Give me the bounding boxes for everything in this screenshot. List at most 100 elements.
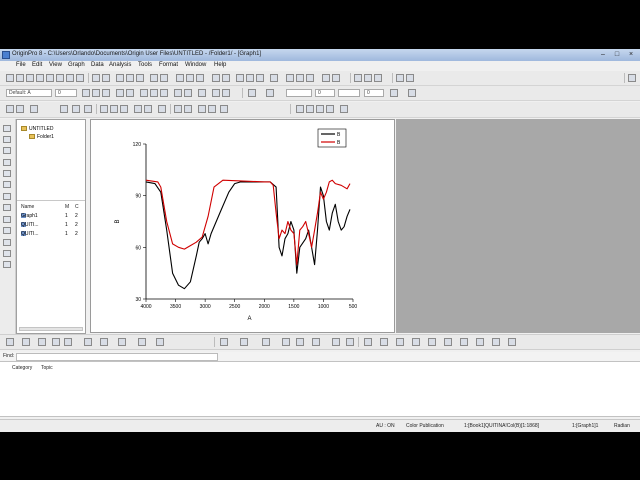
- 3d-tilt-icon[interactable]: [306, 105, 314, 113]
- superscript-icon[interactable]: [116, 89, 124, 97]
- zoom-out-icon[interactable]: [332, 74, 340, 82]
- layer-add-icon[interactable]: [412, 338, 420, 346]
- font-size-dropdown[interactable]: 0: [55, 89, 77, 97]
- menu-edit[interactable]: Edit: [32, 62, 42, 68]
- plot-3d-icon[interactable]: [312, 338, 320, 346]
- open-icon[interactable]: [92, 74, 100, 82]
- new-workbook-icon[interactable]: [16, 74, 24, 82]
- symbol-fill-icon[interactable]: [100, 338, 108, 346]
- bold-icon[interactable]: [82, 89, 90, 97]
- mask-region-icon[interactable]: [138, 338, 146, 346]
- line-color-icon[interactable]: [266, 89, 274, 97]
- layer-icon[interactable]: [16, 105, 24, 113]
- rotate-icon[interactable]: [364, 74, 372, 82]
- layer-dim-icon[interactable]: [492, 338, 500, 346]
- zoom-out-tool-icon[interactable]: [3, 147, 11, 154]
- explorer-scrollbar[interactable]: [19, 327, 83, 331]
- arrow-draw-icon[interactable]: [22, 338, 30, 346]
- symbol-color-icon[interactable]: [64, 338, 72, 346]
- file-row[interactable]: QUITI... 1 2: [19, 222, 83, 230]
- folder-node[interactable]: Folder1: [29, 134, 54, 140]
- align-top-tool-icon[interactable]: [120, 105, 128, 113]
- project-root[interactable]: UNTITLED: [21, 126, 53, 132]
- 3d-reset-icon[interactable]: [326, 105, 334, 113]
- menu-view[interactable]: View: [49, 62, 62, 68]
- col-header-category[interactable]: Category: [12, 365, 32, 371]
- data-selector-icon[interactable]: [306, 74, 314, 82]
- back-icon[interactable]: [208, 105, 216, 113]
- import-wizard-icon[interactable]: [160, 74, 168, 82]
- text-tool-icon[interactable]: [3, 216, 11, 223]
- layer-swap-icon[interactable]: [460, 338, 468, 346]
- find-input[interactable]: [16, 353, 218, 361]
- symbol-type-icon[interactable]: [84, 338, 92, 346]
- region-tool-icon[interactable]: [3, 261, 11, 268]
- greek-icon[interactable]: [140, 89, 148, 97]
- add-date-icon[interactable]: [84, 105, 92, 113]
- col-header-m[interactable]: M: [65, 204, 69, 210]
- arrow-tool-icon[interactable]: [3, 227, 11, 234]
- title-bar[interactable]: OriginPro 8 - C:\Users\Orlando\Documents…: [0, 49, 640, 61]
- align-center-icon[interactable]: [184, 89, 192, 97]
- fill-color-icon[interactable]: [248, 89, 256, 97]
- underline-icon[interactable]: [102, 89, 110, 97]
- ungroup-icon[interactable]: [184, 105, 192, 113]
- move-icon[interactable]: [354, 74, 362, 82]
- results-log-icon[interactable]: [246, 74, 254, 82]
- new-graph-icon[interactable]: [26, 74, 34, 82]
- plot-template-icon[interactable]: [346, 338, 354, 346]
- layer-fit-icon[interactable]: [476, 338, 484, 346]
- line-tool-icon[interactable]: [3, 239, 11, 246]
- open-template-icon[interactable]: [102, 74, 110, 82]
- splitter[interactable]: [17, 200, 85, 201]
- font-color-dropdown-icon[interactable]: [222, 89, 230, 97]
- data-selector-tool-icon[interactable]: [3, 181, 11, 188]
- align-left-icon[interactable]: [174, 89, 182, 97]
- legend-box[interactable]: [317, 128, 347, 148]
- maximize-button[interactable]: □: [610, 50, 624, 59]
- series-line-2[interactable]: [145, 179, 351, 266]
- align-bottom-tool-icon[interactable]: [134, 105, 142, 113]
- font-color-icon[interactable]: [212, 89, 220, 97]
- decrease-font-icon[interactable]: [160, 89, 168, 97]
- align-right-icon[interactable]: [198, 89, 206, 97]
- mask-tool-icon[interactable]: [3, 193, 11, 200]
- font-name-dropdown[interactable]: Default: A: [6, 89, 52, 97]
- close-button[interactable]: ×: [624, 50, 638, 59]
- layout-grid-icon[interactable]: [406, 74, 414, 82]
- group-icon[interactable]: [174, 105, 182, 113]
- layout-arrange-icon[interactable]: [396, 74, 404, 82]
- toolbar-options-icon[interactable]: [628, 74, 636, 82]
- menu-graph[interactable]: Graph: [68, 62, 85, 68]
- line-width-icon[interactable]: [52, 338, 60, 346]
- plot-scatter-icon[interactable]: [240, 338, 248, 346]
- 3d-resize-icon[interactable]: [340, 105, 348, 113]
- data-reader-icon[interactable]: [296, 74, 304, 82]
- extract-icon[interactable]: [380, 338, 388, 346]
- menu-data[interactable]: Data: [91, 62, 104, 68]
- save-project-icon[interactable]: [116, 74, 124, 82]
- col-header-topic[interactable]: Topic: [41, 365, 53, 371]
- print-icon[interactable]: [176, 74, 184, 82]
- export-icon[interactable]: [222, 74, 230, 82]
- menu-help[interactable]: Help: [214, 62, 226, 68]
- new-layout-icon[interactable]: [56, 74, 64, 82]
- pointer-tool-icon[interactable]: [3, 125, 11, 132]
- menu-analysis[interactable]: Analysis: [109, 62, 131, 68]
- code-builder-icon[interactable]: [270, 74, 278, 82]
- pan-icon[interactable]: [374, 74, 382, 82]
- minimize-button[interactable]: –: [596, 50, 610, 59]
- file-row[interactable]: Graph1 1 2: [19, 213, 83, 221]
- pattern-dropdown[interactable]: [338, 89, 360, 97]
- plot-column-icon[interactable]: [262, 338, 270, 346]
- plot-pie-icon[interactable]: [296, 338, 304, 346]
- stack-icon[interactable]: [396, 338, 404, 346]
- col-header-name[interactable]: Name: [21, 204, 34, 210]
- plot-color-icon[interactable]: [156, 338, 164, 346]
- data-reader-tool-icon[interactable]: [3, 170, 11, 177]
- plot-line-icon[interactable]: [220, 338, 228, 346]
- draw-data-icon[interactable]: [3, 204, 11, 211]
- curve-draw-icon[interactable]: [38, 338, 46, 346]
- add-layer-icon[interactable]: [30, 105, 38, 113]
- new-project-icon[interactable]: [6, 74, 14, 82]
